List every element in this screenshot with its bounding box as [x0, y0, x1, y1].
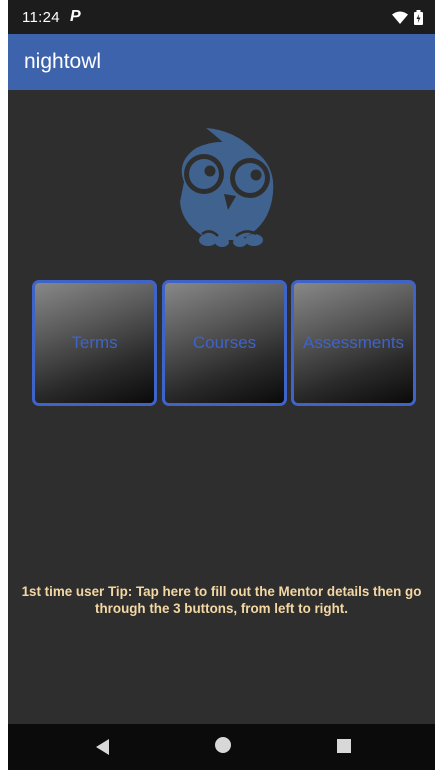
nav-buttons-row: Terms Courses Assessments	[30, 280, 430, 408]
owl-icon	[180, 128, 274, 247]
app-title: nightowl	[24, 50, 102, 73]
status-time: 11:24	[22, 8, 60, 26]
mentor-tip-link[interactable]: 1st time user Tip: Tap here to fill out …	[8, 583, 435, 617]
recent-square-icon[interactable]	[337, 739, 351, 753]
terms-button[interactable]: Terms	[32, 280, 157, 406]
system-nav-bar	[8, 724, 435, 770]
device-screen: 11:24 P nightowl Terms Courses Assessmen…	[8, 0, 435, 770]
status-right	[392, 9, 423, 25]
wifi-icon	[392, 11, 408, 24]
status-left: 11:24 P	[22, 8, 81, 26]
p-icon: P	[69, 8, 81, 25]
battery-icon	[414, 9, 423, 25]
back-triangle-icon[interactable]	[96, 739, 109, 755]
app-bar: nightowl	[8, 34, 435, 90]
assessments-button[interactable]: Assessments	[291, 280, 416, 406]
courses-button[interactable]: Courses	[162, 280, 287, 406]
status-bar: 11:24 P	[8, 0, 435, 34]
home-circle-icon[interactable]	[215, 737, 231, 753]
